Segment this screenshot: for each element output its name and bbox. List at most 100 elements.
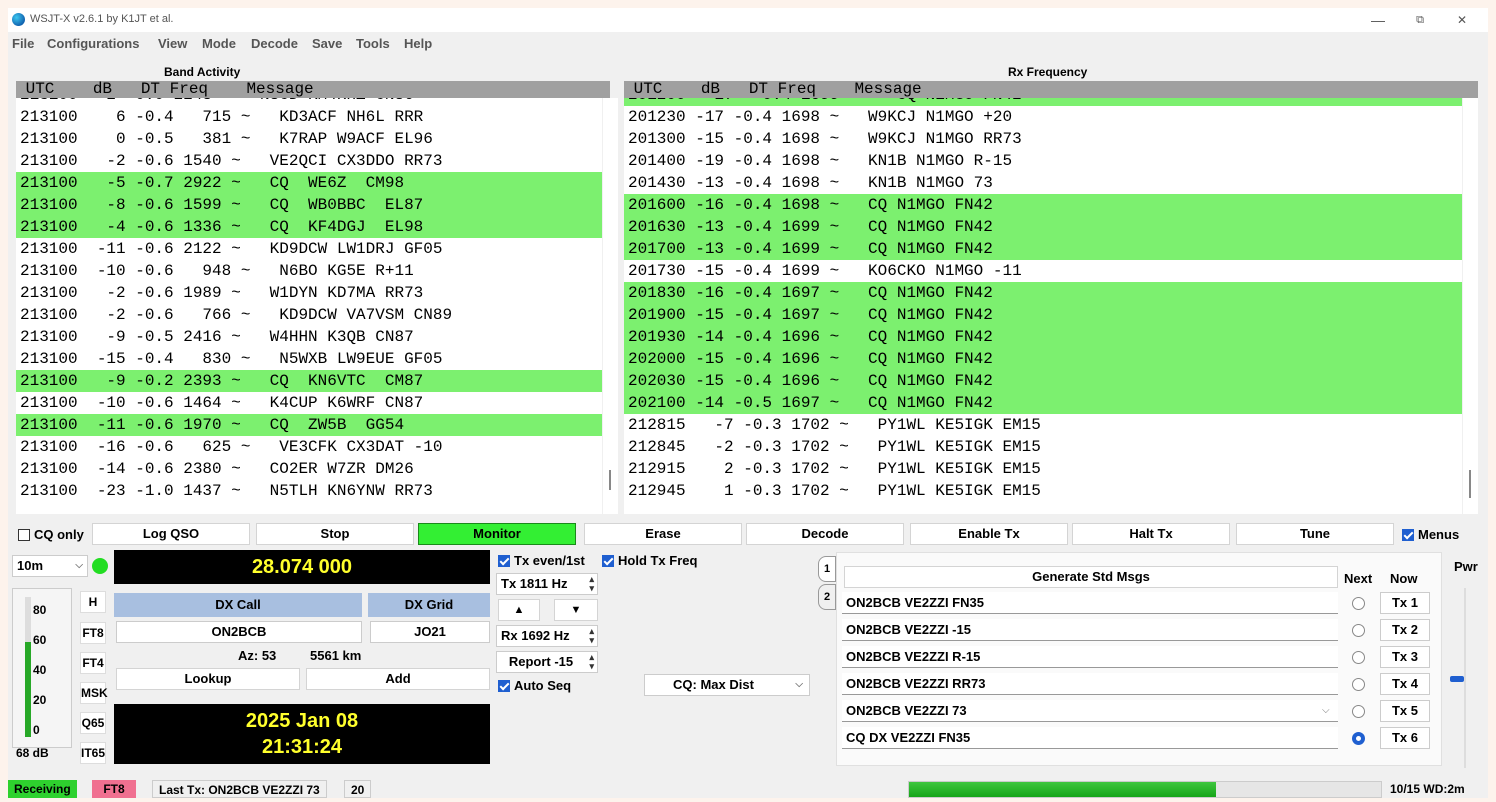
- band-select[interactable]: 10m ⌵: [12, 555, 88, 577]
- tx4-button[interactable]: Tx 4: [1380, 673, 1430, 695]
- menu-tools[interactable]: Tools: [356, 36, 390, 51]
- mode-ft8-button[interactable]: FT8: [80, 622, 106, 644]
- band-activity-row[interactable]: 213100 -9 -0.5 2416 ~ W4HHN K3QB CN87: [16, 326, 610, 348]
- menu-view[interactable]: View: [158, 36, 187, 51]
- menu-decode[interactable]: Decode: [251, 36, 298, 51]
- menu-help[interactable]: Help: [404, 36, 432, 51]
- restore-button[interactable]: ⧉: [1400, 10, 1440, 30]
- rx-frequency-row[interactable]: 201700 -13 -0.4 1699 ~ CQ N1MGO FN42: [624, 238, 1478, 260]
- tx1-button[interactable]: Tx 1: [1380, 592, 1430, 614]
- rx-frequency-row[interactable]: 201900 -15 -0.4 1697 ~ CQ N1MGO FN42: [624, 304, 1478, 326]
- rx-frequency-list[interactable]: 201200 -17 -0.4 1699 ~ CQ N1MGO FN422012…: [624, 98, 1478, 514]
- rx-frequency-row[interactable]: 201200 -17 -0.4 1699 ~ CQ N1MGO FN42: [624, 98, 1478, 106]
- mode-ft4-button[interactable]: FT4: [80, 652, 106, 674]
- band-activity-row[interactable]: 213100 -15 -0.4 830 ~ N5WXB LW9EUE GF05: [16, 348, 610, 370]
- band-activity-row[interactable]: 213100 -2 -0.6 1989 ~ W1DYN KD7MA RR73: [16, 282, 610, 304]
- band-activity-row[interactable]: 213100 -10 -0.6 1464 ~ K4CUP K6WRF CN87: [16, 392, 610, 414]
- spinner-arrows-icon[interactable]: ▴ ▾: [589, 575, 594, 593]
- hold-tx-box[interactable]: [602, 555, 614, 567]
- tune-button[interactable]: Tune: [1236, 523, 1394, 545]
- band-activity-row[interactable]: 213100 -9 -0.2 2393 ~ CQ KN6VTC CM87: [16, 370, 610, 392]
- next-radio-5[interactable]: [1352, 705, 1365, 718]
- band-activity-list[interactable]: 213100 2 -0.0 2248 ~ N8CD KM4RHZ CN86 21…: [16, 98, 610, 514]
- lookup-button[interactable]: Lookup: [116, 668, 300, 690]
- monitor-button[interactable]: Monitor: [418, 523, 576, 545]
- h-button[interactable]: H: [80, 591, 106, 613]
- dx-call-input[interactable]: ON2BCB: [116, 621, 362, 643]
- up-arrow-button[interactable]: ▲: [498, 599, 540, 621]
- tab-2[interactable]: 2: [818, 584, 836, 610]
- band-activity-scrollbar[interactable]: [602, 98, 618, 514]
- menu-configurations[interactable]: Configurations: [47, 36, 139, 51]
- rx-frequency-row[interactable]: 201930 -14 -0.4 1696 ~ CQ N1MGO FN42: [624, 326, 1478, 348]
- power-slider-track[interactable]: [1464, 588, 1466, 768]
- cq-mode-select[interactable]: CQ: Max Dist ⌵: [644, 674, 810, 696]
- decode-button[interactable]: Decode: [746, 523, 904, 545]
- hold-tx-checkbox[interactable]: Hold Tx Freq: [602, 553, 697, 568]
- band-activity-row[interactable]: 213100 -14 -0.6 2380 ~ CO2ER W7ZR DM26: [16, 458, 610, 480]
- cq-only-checkbox[interactable]: CQ only: [18, 527, 84, 542]
- chevron-down-icon[interactable]: ⌵: [1322, 700, 1330, 722]
- cq-only-box[interactable]: [18, 529, 30, 541]
- spinner-arrows-icon[interactable]: ▴ ▾: [589, 627, 594, 645]
- tx3-button[interactable]: Tx 3: [1380, 646, 1430, 668]
- rx-frequency-row[interactable]: 201730 -15 -0.4 1699 ~ KO6CKO N1MGO -11: [624, 260, 1478, 282]
- band-activity-row[interactable]: 213100 -10 -0.6 948 ~ N6BO KG5E R+11: [16, 260, 610, 282]
- menu-mode[interactable]: Mode: [202, 36, 236, 51]
- menus-box[interactable]: [1402, 529, 1414, 541]
- minimize-button[interactable]: —: [1358, 10, 1398, 30]
- rx-frequency-row[interactable]: 201300 -15 -0.4 1698 ~ W9KCJ N1MGO RR73: [624, 128, 1478, 150]
- rx-frequency-row[interactable]: 201430 -13 -0.4 1698 ~ KN1B N1MGO 73: [624, 172, 1478, 194]
- tx-message-2-field[interactable]: ON2BCB VE2ZZI -15: [842, 619, 1338, 641]
- tx2-button[interactable]: Tx 2: [1380, 619, 1430, 641]
- rx-frequency-row[interactable]: 201830 -16 -0.4 1697 ~ CQ N1MGO FN42: [624, 282, 1478, 304]
- spinner-arrows-icon[interactable]: ▴ ▾: [589, 653, 594, 671]
- tab-1[interactable]: 1: [818, 556, 836, 582]
- band-activity-row[interactable]: 213100 -2 -0.6 766 ~ KD9DCW VA7VSM CN89: [16, 304, 610, 326]
- band-activity-row[interactable]: 213100 6 -0.4 715 ~ KD3ACF NH6L RRR: [16, 106, 610, 128]
- add-button[interactable]: Add: [306, 668, 490, 690]
- power-slider-handle[interactable]: [1450, 676, 1464, 682]
- auto-seq-checkbox[interactable]: Auto Seq: [498, 678, 571, 693]
- menus-checkbox[interactable]: Menus: [1402, 527, 1459, 542]
- band-activity-row[interactable]: 213100 -11 -0.6 1970 ~ CQ ZW5B GG54: [16, 414, 610, 436]
- rx-frequency-row[interactable]: 212945 1 -0.3 1702 ~ PY1WL KE5IGK EM15: [624, 480, 1478, 502]
- log-qso-button[interactable]: Log QSO: [92, 523, 250, 545]
- rx-frequency-row[interactable]: 201630 -13 -0.4 1699 ~ CQ N1MGO FN42: [624, 216, 1478, 238]
- band-activity-row[interactable]: 213100 -16 -0.6 625 ~ VE3CFK CX3DAT -10: [16, 436, 610, 458]
- rx-frequency-row[interactable]: 212845 -2 -0.3 1702 ~ PY1WL KE5IGK EM15: [624, 436, 1478, 458]
- tx-even-box[interactable]: [498, 555, 510, 567]
- halt-tx-button[interactable]: Halt Tx: [1072, 523, 1230, 545]
- tx-message-4-field[interactable]: ON2BCB VE2ZZI RR73: [842, 673, 1338, 695]
- tx-message-6-field[interactable]: CQ DX VE2ZZI FN35: [842, 727, 1338, 749]
- band-activity-row[interactable]: 213100 -23 -1.0 1437 ~ N5TLH KN6YNW RR73: [16, 480, 610, 502]
- band-activity-row[interactable]: 213100 -4 -0.6 1336 ~ CQ KF4DGJ EL98: [16, 216, 610, 238]
- band-activity-row[interactable]: 213100 -11 -0.6 2122 ~ KD9DCW LW1DRJ GF0…: [16, 238, 610, 260]
- generate-std-msgs-button[interactable]: Generate Std Msgs: [844, 566, 1338, 588]
- next-radio-2[interactable]: [1352, 624, 1365, 637]
- auto-seq-box[interactable]: [498, 680, 510, 692]
- next-radio-4[interactable]: [1352, 678, 1365, 691]
- tx5-button[interactable]: Tx 5: [1380, 700, 1430, 722]
- mode-msk-button[interactable]: MSK: [80, 682, 108, 704]
- rx-frequency-row[interactable]: 212915 2 -0.3 1702 ~ PY1WL KE5IGK EM15: [624, 458, 1478, 480]
- tx-frequency-spinner[interactable]: Tx 1811 Hz ▴ ▾: [496, 573, 598, 595]
- menu-file[interactable]: File: [12, 36, 34, 51]
- rx-frequency-row[interactable]: 201400 -19 -0.4 1698 ~ KN1B N1MGO R-15: [624, 150, 1478, 172]
- erase-button[interactable]: Erase: [584, 523, 742, 545]
- band-activity-row[interactable]: 213100 -2 -0.6 1540 ~ VE2QCI CX3DDO RR73: [16, 150, 610, 172]
- rx-frequency-row[interactable]: 202000 -15 -0.4 1696 ~ CQ N1MGO FN42: [624, 348, 1478, 370]
- rx-frequency-row[interactable]: 201230 -17 -0.4 1698 ~ W9KCJ N1MGO +20: [624, 106, 1478, 128]
- rx-frequency-spinner[interactable]: Rx 1692 Hz ▴ ▾: [496, 625, 598, 647]
- close-button[interactable]: ✕: [1442, 10, 1482, 30]
- dx-grid-input[interactable]: JO21: [370, 621, 490, 643]
- rx-frequency-row[interactable]: 212815 -7 -0.3 1702 ~ PY1WL KE5IGK EM15: [624, 414, 1478, 436]
- tx-message-5-field[interactable]: ON2BCB VE2ZZI 73: [842, 700, 1338, 722]
- stop-button[interactable]: Stop: [256, 523, 414, 545]
- rx-frequency-row[interactable]: 202100 -14 -0.5 1697 ~ CQ N1MGO FN42: [624, 392, 1478, 414]
- rx-frequency-scrollbar[interactable]: [1462, 98, 1478, 514]
- next-radio-3[interactable]: [1352, 651, 1365, 664]
- tx-message-1-field[interactable]: ON2BCB VE2ZZI FN35: [842, 592, 1338, 614]
- rx-frequency-row[interactable]: 202030 -15 -0.4 1696 ~ CQ N1MGO FN42: [624, 370, 1478, 392]
- mode-q65-button[interactable]: Q65: [80, 712, 106, 734]
